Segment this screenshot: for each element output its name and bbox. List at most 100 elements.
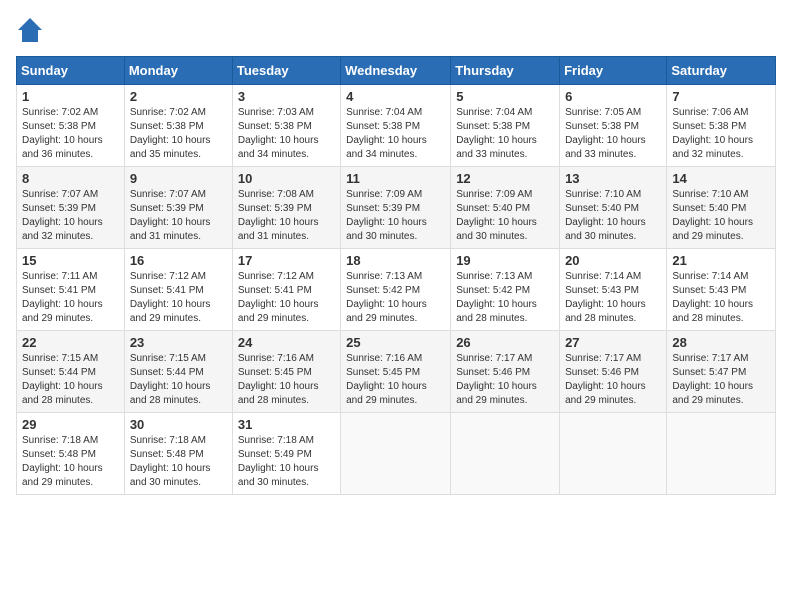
calendar-cell: 21 Sunrise: 7:14 AMSunset: 5:43 PMDaylig… bbox=[667, 249, 776, 331]
calendar-cell: 20 Sunrise: 7:14 AMSunset: 5:43 PMDaylig… bbox=[560, 249, 667, 331]
day-number: 25 bbox=[346, 335, 445, 350]
calendar-week-2: 8 Sunrise: 7:07 AMSunset: 5:39 PMDayligh… bbox=[17, 167, 776, 249]
day-number: 7 bbox=[672, 89, 770, 104]
header-sunday: Sunday bbox=[17, 57, 125, 85]
calendar-cell: 19 Sunrise: 7:13 AMSunset: 5:42 PMDaylig… bbox=[451, 249, 560, 331]
day-number: 23 bbox=[130, 335, 227, 350]
calendar-cell: 17 Sunrise: 7:12 AMSunset: 5:41 PMDaylig… bbox=[232, 249, 340, 331]
day-number: 19 bbox=[456, 253, 554, 268]
calendar-cell: 3 Sunrise: 7:03 AMSunset: 5:38 PMDayligh… bbox=[232, 85, 340, 167]
calendar-cell: 4 Sunrise: 7:04 AMSunset: 5:38 PMDayligh… bbox=[341, 85, 451, 167]
day-number: 4 bbox=[346, 89, 445, 104]
logo bbox=[16, 16, 48, 44]
calendar-cell: 16 Sunrise: 7:12 AMSunset: 5:41 PMDaylig… bbox=[124, 249, 232, 331]
day-number: 10 bbox=[238, 171, 335, 186]
day-info: Sunrise: 7:04 AMSunset: 5:38 PMDaylight:… bbox=[346, 107, 427, 160]
day-info: Sunrise: 7:04 AMSunset: 5:38 PMDaylight:… bbox=[456, 107, 537, 160]
day-number: 21 bbox=[672, 253, 770, 268]
day-number: 9 bbox=[130, 171, 227, 186]
day-info: Sunrise: 7:03 AMSunset: 5:38 PMDaylight:… bbox=[238, 107, 319, 160]
day-number: 13 bbox=[565, 171, 661, 186]
calendar-cell: 6 Sunrise: 7:05 AMSunset: 5:38 PMDayligh… bbox=[560, 85, 667, 167]
day-number: 17 bbox=[238, 253, 335, 268]
header-friday: Friday bbox=[560, 57, 667, 85]
calendar-cell: 31 Sunrise: 7:18 AMSunset: 5:49 PMDaylig… bbox=[232, 413, 340, 495]
calendar-cell: 2 Sunrise: 7:02 AMSunset: 5:38 PMDayligh… bbox=[124, 85, 232, 167]
day-number: 29 bbox=[22, 417, 119, 432]
day-info: Sunrise: 7:09 AMSunset: 5:40 PMDaylight:… bbox=[456, 189, 537, 242]
logo-icon bbox=[16, 16, 44, 44]
day-info: Sunrise: 7:14 AMSunset: 5:43 PMDaylight:… bbox=[672, 271, 753, 324]
calendar-table: SundayMondayTuesdayWednesdayThursdayFrid… bbox=[16, 56, 776, 495]
day-number: 18 bbox=[346, 253, 445, 268]
day-number: 16 bbox=[130, 253, 227, 268]
day-info: Sunrise: 7:15 AMSunset: 5:44 PMDaylight:… bbox=[130, 353, 211, 406]
day-number: 2 bbox=[130, 89, 227, 104]
page-header bbox=[16, 16, 776, 44]
day-info: Sunrise: 7:02 AMSunset: 5:38 PMDaylight:… bbox=[22, 107, 103, 160]
day-info: Sunrise: 7:18 AMSunset: 5:49 PMDaylight:… bbox=[238, 435, 319, 488]
day-info: Sunrise: 7:08 AMSunset: 5:39 PMDaylight:… bbox=[238, 189, 319, 242]
day-number: 20 bbox=[565, 253, 661, 268]
calendar-cell: 9 Sunrise: 7:07 AMSunset: 5:39 PMDayligh… bbox=[124, 167, 232, 249]
calendar-cell: 12 Sunrise: 7:09 AMSunset: 5:40 PMDaylig… bbox=[451, 167, 560, 249]
calendar-cell: 13 Sunrise: 7:10 AMSunset: 5:40 PMDaylig… bbox=[560, 167, 667, 249]
day-number: 22 bbox=[22, 335, 119, 350]
day-info: Sunrise: 7:14 AMSunset: 5:43 PMDaylight:… bbox=[565, 271, 646, 324]
day-info: Sunrise: 7:13 AMSunset: 5:42 PMDaylight:… bbox=[346, 271, 427, 324]
day-info: Sunrise: 7:09 AMSunset: 5:39 PMDaylight:… bbox=[346, 189, 427, 242]
day-info: Sunrise: 7:10 AMSunset: 5:40 PMDaylight:… bbox=[565, 189, 646, 242]
calendar-cell: 22 Sunrise: 7:15 AMSunset: 5:44 PMDaylig… bbox=[17, 331, 125, 413]
calendar-cell: 28 Sunrise: 7:17 AMSunset: 5:47 PMDaylig… bbox=[667, 331, 776, 413]
day-number: 1 bbox=[22, 89, 119, 104]
day-info: Sunrise: 7:18 AMSunset: 5:48 PMDaylight:… bbox=[130, 435, 211, 488]
day-info: Sunrise: 7:05 AMSunset: 5:38 PMDaylight:… bbox=[565, 107, 646, 160]
calendar-cell bbox=[667, 413, 776, 495]
day-number: 3 bbox=[238, 89, 335, 104]
day-number: 12 bbox=[456, 171, 554, 186]
calendar-cell: 29 Sunrise: 7:18 AMSunset: 5:48 PMDaylig… bbox=[17, 413, 125, 495]
calendar-cell: 27 Sunrise: 7:17 AMSunset: 5:46 PMDaylig… bbox=[560, 331, 667, 413]
day-info: Sunrise: 7:17 AMSunset: 5:47 PMDaylight:… bbox=[672, 353, 753, 406]
calendar-cell: 15 Sunrise: 7:11 AMSunset: 5:41 PMDaylig… bbox=[17, 249, 125, 331]
day-info: Sunrise: 7:11 AMSunset: 5:41 PMDaylight:… bbox=[22, 271, 103, 324]
day-number: 8 bbox=[22, 171, 119, 186]
day-info: Sunrise: 7:16 AMSunset: 5:45 PMDaylight:… bbox=[346, 353, 427, 406]
day-info: Sunrise: 7:02 AMSunset: 5:38 PMDaylight:… bbox=[130, 107, 211, 160]
calendar-header-row: SundayMondayTuesdayWednesdayThursdayFrid… bbox=[17, 57, 776, 85]
calendar-cell: 5 Sunrise: 7:04 AMSunset: 5:38 PMDayligh… bbox=[451, 85, 560, 167]
day-number: 24 bbox=[238, 335, 335, 350]
day-info: Sunrise: 7:17 AMSunset: 5:46 PMDaylight:… bbox=[456, 353, 537, 406]
header-wednesday: Wednesday bbox=[341, 57, 451, 85]
day-info: Sunrise: 7:10 AMSunset: 5:40 PMDaylight:… bbox=[672, 189, 753, 242]
calendar-cell: 18 Sunrise: 7:13 AMSunset: 5:42 PMDaylig… bbox=[341, 249, 451, 331]
calendar-week-4: 22 Sunrise: 7:15 AMSunset: 5:44 PMDaylig… bbox=[17, 331, 776, 413]
day-number: 27 bbox=[565, 335, 661, 350]
calendar-cell: 11 Sunrise: 7:09 AMSunset: 5:39 PMDaylig… bbox=[341, 167, 451, 249]
day-info: Sunrise: 7:13 AMSunset: 5:42 PMDaylight:… bbox=[456, 271, 537, 324]
calendar-week-3: 15 Sunrise: 7:11 AMSunset: 5:41 PMDaylig… bbox=[17, 249, 776, 331]
day-number: 28 bbox=[672, 335, 770, 350]
calendar-cell: 30 Sunrise: 7:18 AMSunset: 5:48 PMDaylig… bbox=[124, 413, 232, 495]
calendar-week-5: 29 Sunrise: 7:18 AMSunset: 5:48 PMDaylig… bbox=[17, 413, 776, 495]
day-info: Sunrise: 7:16 AMSunset: 5:45 PMDaylight:… bbox=[238, 353, 319, 406]
day-info: Sunrise: 7:07 AMSunset: 5:39 PMDaylight:… bbox=[22, 189, 103, 242]
day-info: Sunrise: 7:18 AMSunset: 5:48 PMDaylight:… bbox=[22, 435, 103, 488]
header-saturday: Saturday bbox=[667, 57, 776, 85]
header-tuesday: Tuesday bbox=[232, 57, 340, 85]
day-info: Sunrise: 7:06 AMSunset: 5:38 PMDaylight:… bbox=[672, 107, 753, 160]
calendar-week-1: 1 Sunrise: 7:02 AMSunset: 5:38 PMDayligh… bbox=[17, 85, 776, 167]
calendar-cell: 25 Sunrise: 7:16 AMSunset: 5:45 PMDaylig… bbox=[341, 331, 451, 413]
day-number: 15 bbox=[22, 253, 119, 268]
day-info: Sunrise: 7:12 AMSunset: 5:41 PMDaylight:… bbox=[130, 271, 211, 324]
day-number: 26 bbox=[456, 335, 554, 350]
calendar-cell: 1 Sunrise: 7:02 AMSunset: 5:38 PMDayligh… bbox=[17, 85, 125, 167]
calendar-cell: 14 Sunrise: 7:10 AMSunset: 5:40 PMDaylig… bbox=[667, 167, 776, 249]
calendar-cell bbox=[451, 413, 560, 495]
calendar-cell bbox=[341, 413, 451, 495]
day-number: 5 bbox=[456, 89, 554, 104]
day-info: Sunrise: 7:12 AMSunset: 5:41 PMDaylight:… bbox=[238, 271, 319, 324]
day-number: 14 bbox=[672, 171, 770, 186]
calendar-cell: 26 Sunrise: 7:17 AMSunset: 5:46 PMDaylig… bbox=[451, 331, 560, 413]
day-number: 11 bbox=[346, 171, 445, 186]
